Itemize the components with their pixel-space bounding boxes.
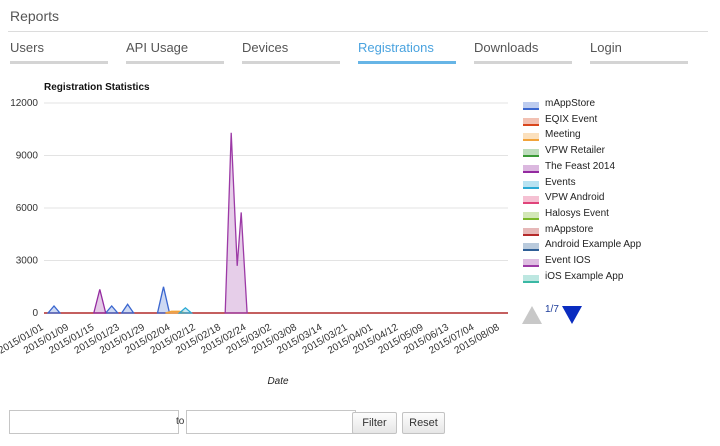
legend-page-indicator: 1/7	[545, 304, 559, 315]
legend-label: Events	[545, 176, 576, 188]
legend-swatch	[523, 243, 539, 252]
legend-item[interactable]: VPW Retailer	[523, 145, 713, 160]
y-tick-label: 9000	[16, 151, 39, 162]
y-tick-label: 0	[32, 308, 38, 319]
legend-label: VPW Android	[545, 192, 605, 204]
legend-swatch	[523, 259, 539, 267]
filter-button[interactable]: Filter	[352, 412, 397, 434]
legend-label: Event IOS	[545, 255, 591, 266]
tab-registrations[interactable]: Registrations	[358, 40, 456, 64]
series-area	[92, 289, 107, 314]
series-area	[46, 304, 62, 314]
to-date-input[interactable]	[186, 410, 356, 434]
legend-label: The Feast 2014	[545, 160, 616, 172]
series-area	[177, 306, 194, 314]
y-tick-label: 12000	[10, 98, 38, 109]
from-date-input[interactable]	[9, 410, 179, 434]
legend-swatch	[523, 117, 539, 126]
legend-item[interactable]: mAppstore	[523, 224, 713, 239]
y-tick-label: 6000	[16, 203, 39, 214]
legend-swatch	[523, 149, 539, 158]
legend-label: Android Example App	[545, 239, 642, 251]
to-label: to	[176, 416, 185, 427]
legend-next-arrow-icon[interactable]	[562, 306, 582, 324]
legend-label: Halosys Event	[545, 207, 609, 219]
legend-label: mAppStore	[545, 98, 596, 109]
page-title: Reports	[10, 8, 60, 24]
legend-item[interactable]: Event IOS	[523, 255, 713, 270]
tab-api-usage[interactable]: API Usage	[126, 40, 224, 64]
title-divider	[8, 31, 708, 32]
x-axis-label: Date	[267, 376, 289, 387]
tab-login[interactable]: Login	[590, 40, 688, 64]
tab-devices[interactable]: Devices	[242, 40, 340, 64]
legend-prev-arrow-icon[interactable]	[522, 306, 542, 324]
tab-users[interactable]: Users	[10, 40, 108, 64]
legend-label: EQIX Event	[545, 113, 598, 125]
legend-label: Meeting	[545, 129, 581, 141]
legend-item[interactable]: Halosys Event	[523, 208, 713, 223]
y-tick-label: 3000	[16, 256, 39, 267]
legend-swatch	[523, 196, 539, 205]
legend-swatch	[523, 180, 539, 189]
series-area	[104, 305, 120, 314]
series-area	[156, 286, 171, 314]
legend-item[interactable]: mAppStore	[523, 98, 713, 113]
legend-item[interactable]: Android Example App	[523, 239, 713, 254]
legend-swatch	[523, 227, 539, 236]
reset-button[interactable]: Reset	[402, 412, 445, 434]
legend-swatch	[523, 102, 539, 110]
legend-swatch	[523, 274, 539, 283]
legend-swatch	[523, 133, 539, 142]
legend-item[interactable]: Meeting	[523, 129, 713, 144]
legend-swatch	[523, 211, 539, 220]
chart-title: Registration Statistics	[44, 82, 150, 93]
series-area	[120, 303, 135, 314]
registration-chart: Registration Statistics 0 3000 6000 9000 1200…	[0, 82, 508, 387]
legend-label: iOS Example App	[545, 270, 624, 282]
legend-item[interactable]: iOS Example App	[523, 271, 713, 286]
legend-item[interactable]: The Feast 2014	[523, 161, 713, 176]
legend-item[interactable]: EQIX Event	[523, 114, 713, 129]
legend-item[interactable]: VPW Android	[523, 192, 713, 207]
legend-pager: 1/7	[522, 304, 592, 326]
legend-swatch	[523, 164, 539, 173]
legend-label: mAppstore	[545, 223, 594, 235]
series-area	[224, 132, 248, 314]
tab-downloads[interactable]: Downloads	[474, 40, 572, 64]
legend-item[interactable]: Events	[523, 177, 713, 192]
legend-label: VPW Retailer	[545, 145, 606, 157]
